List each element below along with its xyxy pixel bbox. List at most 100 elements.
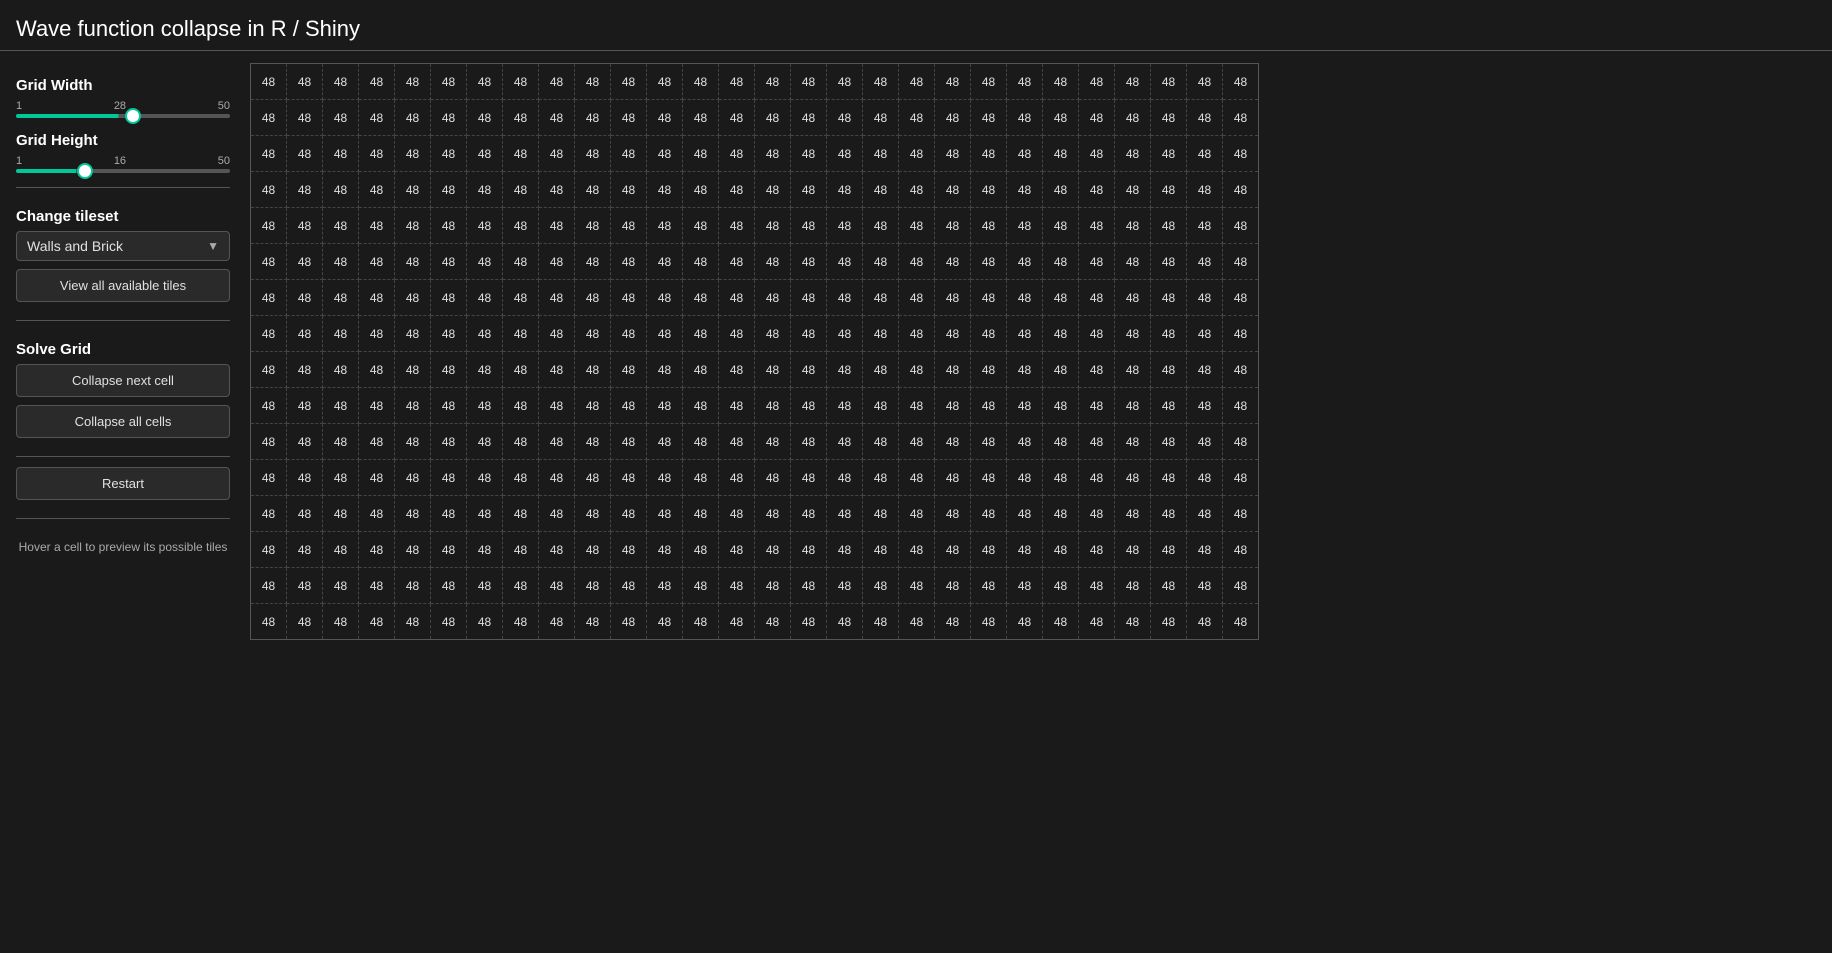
table-row[interactable]: 48 — [467, 244, 503, 280]
table-row[interactable]: 48 — [863, 208, 899, 244]
table-row[interactable]: 48 — [1007, 532, 1043, 568]
table-row[interactable]: 48 — [395, 424, 431, 460]
table-row[interactable]: 48 — [647, 208, 683, 244]
table-row[interactable]: 48 — [575, 100, 611, 136]
table-row[interactable]: 48 — [647, 64, 683, 100]
table-row[interactable]: 48 — [683, 244, 719, 280]
table-row[interactable]: 48 — [611, 532, 647, 568]
table-row[interactable]: 48 — [467, 352, 503, 388]
table-row[interactable]: 48 — [359, 316, 395, 352]
restart-button[interactable]: Restart — [16, 467, 230, 500]
table-row[interactable]: 48 — [1223, 424, 1259, 460]
table-row[interactable]: 48 — [827, 496, 863, 532]
table-row[interactable]: 48 — [575, 172, 611, 208]
table-row[interactable]: 48 — [1115, 64, 1151, 100]
table-row[interactable]: 48 — [719, 568, 755, 604]
table-row[interactable]: 48 — [1187, 244, 1223, 280]
table-row[interactable]: 48 — [251, 172, 287, 208]
table-row[interactable]: 48 — [467, 532, 503, 568]
table-row[interactable]: 48 — [683, 568, 719, 604]
table-row[interactable]: 48 — [791, 208, 827, 244]
collapse-next-button[interactable]: Collapse next cell — [16, 364, 230, 397]
table-row[interactable]: 48 — [431, 136, 467, 172]
table-row[interactable]: 48 — [1007, 460, 1043, 496]
table-row[interactable]: 48 — [431, 280, 467, 316]
table-row[interactable]: 48 — [1043, 532, 1079, 568]
table-row[interactable]: 48 — [899, 352, 935, 388]
table-row[interactable]: 48 — [1115, 280, 1151, 316]
table-row[interactable]: 48 — [1007, 244, 1043, 280]
table-row[interactable]: 48 — [683, 460, 719, 496]
table-row[interactable]: 48 — [359, 496, 395, 532]
table-row[interactable]: 48 — [323, 280, 359, 316]
table-row[interactable]: 48 — [611, 136, 647, 172]
table-row[interactable]: 48 — [863, 604, 899, 640]
table-row[interactable]: 48 — [575, 316, 611, 352]
table-row[interactable]: 48 — [827, 532, 863, 568]
table-row[interactable]: 48 — [251, 568, 287, 604]
table-row[interactable]: 48 — [1079, 532, 1115, 568]
table-row[interactable]: 48 — [1187, 100, 1223, 136]
table-row[interactable]: 48 — [791, 172, 827, 208]
table-row[interactable]: 48 — [467, 388, 503, 424]
table-row[interactable]: 48 — [1007, 280, 1043, 316]
table-row[interactable]: 48 — [323, 316, 359, 352]
table-row[interactable]: 48 — [755, 604, 791, 640]
table-row[interactable]: 48 — [1187, 460, 1223, 496]
table-row[interactable]: 48 — [467, 280, 503, 316]
table-row[interactable]: 48 — [935, 604, 971, 640]
table-row[interactable]: 48 — [827, 316, 863, 352]
table-row[interactable]: 48 — [539, 460, 575, 496]
table-row[interactable]: 48 — [863, 532, 899, 568]
table-row[interactable]: 48 — [971, 64, 1007, 100]
table-row[interactable]: 48 — [1223, 604, 1259, 640]
table-row[interactable]: 48 — [1043, 460, 1079, 496]
table-row[interactable]: 48 — [575, 604, 611, 640]
table-row[interactable]: 48 — [863, 388, 899, 424]
table-row[interactable]: 48 — [575, 496, 611, 532]
table-row[interactable]: 48 — [287, 496, 323, 532]
table-row[interactable]: 48 — [827, 208, 863, 244]
table-row[interactable]: 48 — [1223, 568, 1259, 604]
table-row[interactable]: 48 — [503, 568, 539, 604]
table-row[interactable]: 48 — [683, 604, 719, 640]
table-row[interactable]: 48 — [647, 244, 683, 280]
table-row[interactable]: 48 — [827, 244, 863, 280]
table-row[interactable]: 48 — [755, 172, 791, 208]
table-row[interactable]: 48 — [683, 532, 719, 568]
table-row[interactable]: 48 — [359, 208, 395, 244]
table-row[interactable]: 48 — [1115, 136, 1151, 172]
table-row[interactable]: 48 — [1187, 208, 1223, 244]
table-row[interactable]: 48 — [935, 496, 971, 532]
table-row[interactable]: 48 — [647, 532, 683, 568]
table-row[interactable]: 48 — [503, 136, 539, 172]
table-row[interactable]: 48 — [359, 604, 395, 640]
table-row[interactable]: 48 — [1223, 388, 1259, 424]
table-row[interactable]: 48 — [1079, 280, 1115, 316]
table-row[interactable]: 48 — [719, 424, 755, 460]
table-row[interactable]: 48 — [1043, 316, 1079, 352]
table-row[interactable]: 48 — [575, 64, 611, 100]
table-row[interactable]: 48 — [647, 460, 683, 496]
table-row[interactable]: 48 — [539, 172, 575, 208]
table-row[interactable]: 48 — [683, 208, 719, 244]
table-row[interactable]: 48 — [683, 424, 719, 460]
table-row[interactable]: 48 — [287, 64, 323, 100]
table-row[interactable]: 48 — [971, 172, 1007, 208]
table-row[interactable]: 48 — [863, 316, 899, 352]
table-row[interactable]: 48 — [1151, 388, 1187, 424]
table-row[interactable]: 48 — [287, 532, 323, 568]
table-row[interactable]: 48 — [1223, 64, 1259, 100]
table-row[interactable]: 48 — [611, 280, 647, 316]
table-row[interactable]: 48 — [1187, 496, 1223, 532]
table-row[interactable]: 48 — [1187, 424, 1223, 460]
table-row[interactable]: 48 — [863, 100, 899, 136]
table-row[interactable]: 48 — [1115, 568, 1151, 604]
table-row[interactable]: 48 — [1043, 64, 1079, 100]
table-row[interactable]: 48 — [1079, 424, 1115, 460]
collapse-all-button[interactable]: Collapse all cells — [16, 405, 230, 438]
table-row[interactable]: 48 — [791, 316, 827, 352]
table-row[interactable]: 48 — [539, 604, 575, 640]
table-row[interactable]: 48 — [1187, 172, 1223, 208]
table-row[interactable]: 48 — [1079, 568, 1115, 604]
